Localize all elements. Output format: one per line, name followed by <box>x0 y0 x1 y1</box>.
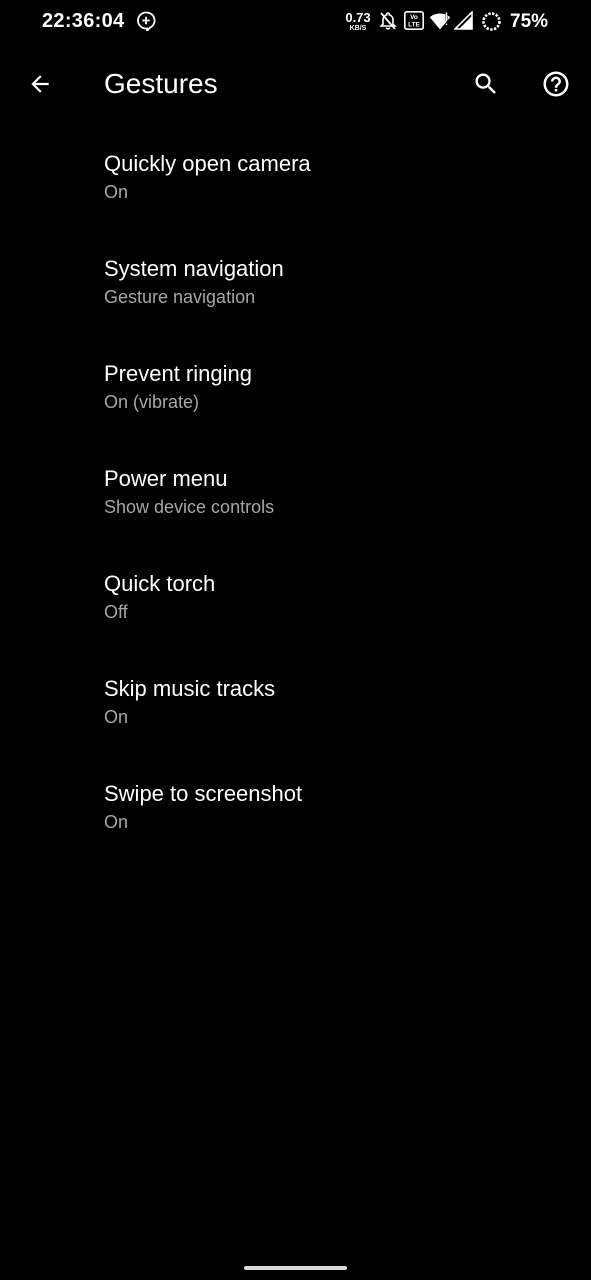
setting-summary: On <box>104 812 129 832</box>
setting-title: Power menu <box>104 466 228 491</box>
setting-title: Skip music tracks <box>104 676 276 701</box>
setting-power-menu[interactable]: Power menu Show device controls <box>0 444 591 549</box>
setting-title: Quickly open camera <box>104 151 311 176</box>
back-arrow-icon <box>31 75 49 93</box>
wifi-icon <box>429 12 451 30</box>
setting-summary: On (vibrate) <box>104 392 200 412</box>
setting-summary: Show device controls <box>104 497 275 517</box>
setting-title: Prevent ringing <box>104 361 252 386</box>
setting-title: Swipe to screenshot <box>104 781 303 806</box>
gesture-navigation-handle[interactable] <box>244 1266 347 1270</box>
setting-prevent-ringing[interactable]: Prevent ringing On (vibrate) <box>0 339 591 444</box>
cell-signal-icon <box>454 11 473 30</box>
setting-quickly-open-camera[interactable]: Quickly open camera On <box>0 129 591 234</box>
notification-plus-icon <box>137 11 156 31</box>
setting-system-navigation[interactable]: System navigation Gesture navigation <box>0 234 591 339</box>
setting-skip-music-tracks[interactable]: Skip music tracks On <box>0 654 591 759</box>
status-time: 22:36:04 <box>42 10 125 32</box>
network-speed-unit: KB/S <box>349 25 367 32</box>
search-icon <box>475 73 496 94</box>
svg-text:LTE: LTE <box>408 22 420 29</box>
network-speed: 0.73 KB/S <box>342 11 374 32</box>
help-button[interactable] <box>536 64 576 104</box>
setting-swipe-to-screenshot[interactable]: Swipe to screenshot On <box>0 759 591 864</box>
setting-title: System navigation <box>104 256 284 281</box>
help-icon <box>543 71 569 97</box>
page-title: Gestures <box>104 68 218 99</box>
setting-quick-torch[interactable]: Quick torch Off <box>0 549 591 654</box>
setting-summary: On <box>104 182 129 202</box>
search-button[interactable] <box>466 64 506 104</box>
gestures-settings-list: Quickly open camera On System navigation… <box>0 129 591 864</box>
setting-summary: Off <box>104 602 128 622</box>
svg-text:Vo: Vo <box>410 14 418 21</box>
setting-summary: Gesture navigation <box>104 287 256 307</box>
app-bar: Gestures <box>0 44 591 124</box>
volte-icon: Vo LTE <box>404 11 424 30</box>
bell-off-icon <box>379 12 397 30</box>
back-button[interactable] <box>20 64 60 104</box>
setting-summary: On <box>104 707 129 727</box>
setting-title: Quick torch <box>104 571 216 596</box>
network-speed-value: 0.73 <box>345 10 371 25</box>
battery-percentage: 75% <box>510 11 549 32</box>
status-bar: 22:36:04 0.73 KB/S Vo LTE 75% <box>0 0 591 44</box>
battery-saver-icon <box>482 12 501 31</box>
